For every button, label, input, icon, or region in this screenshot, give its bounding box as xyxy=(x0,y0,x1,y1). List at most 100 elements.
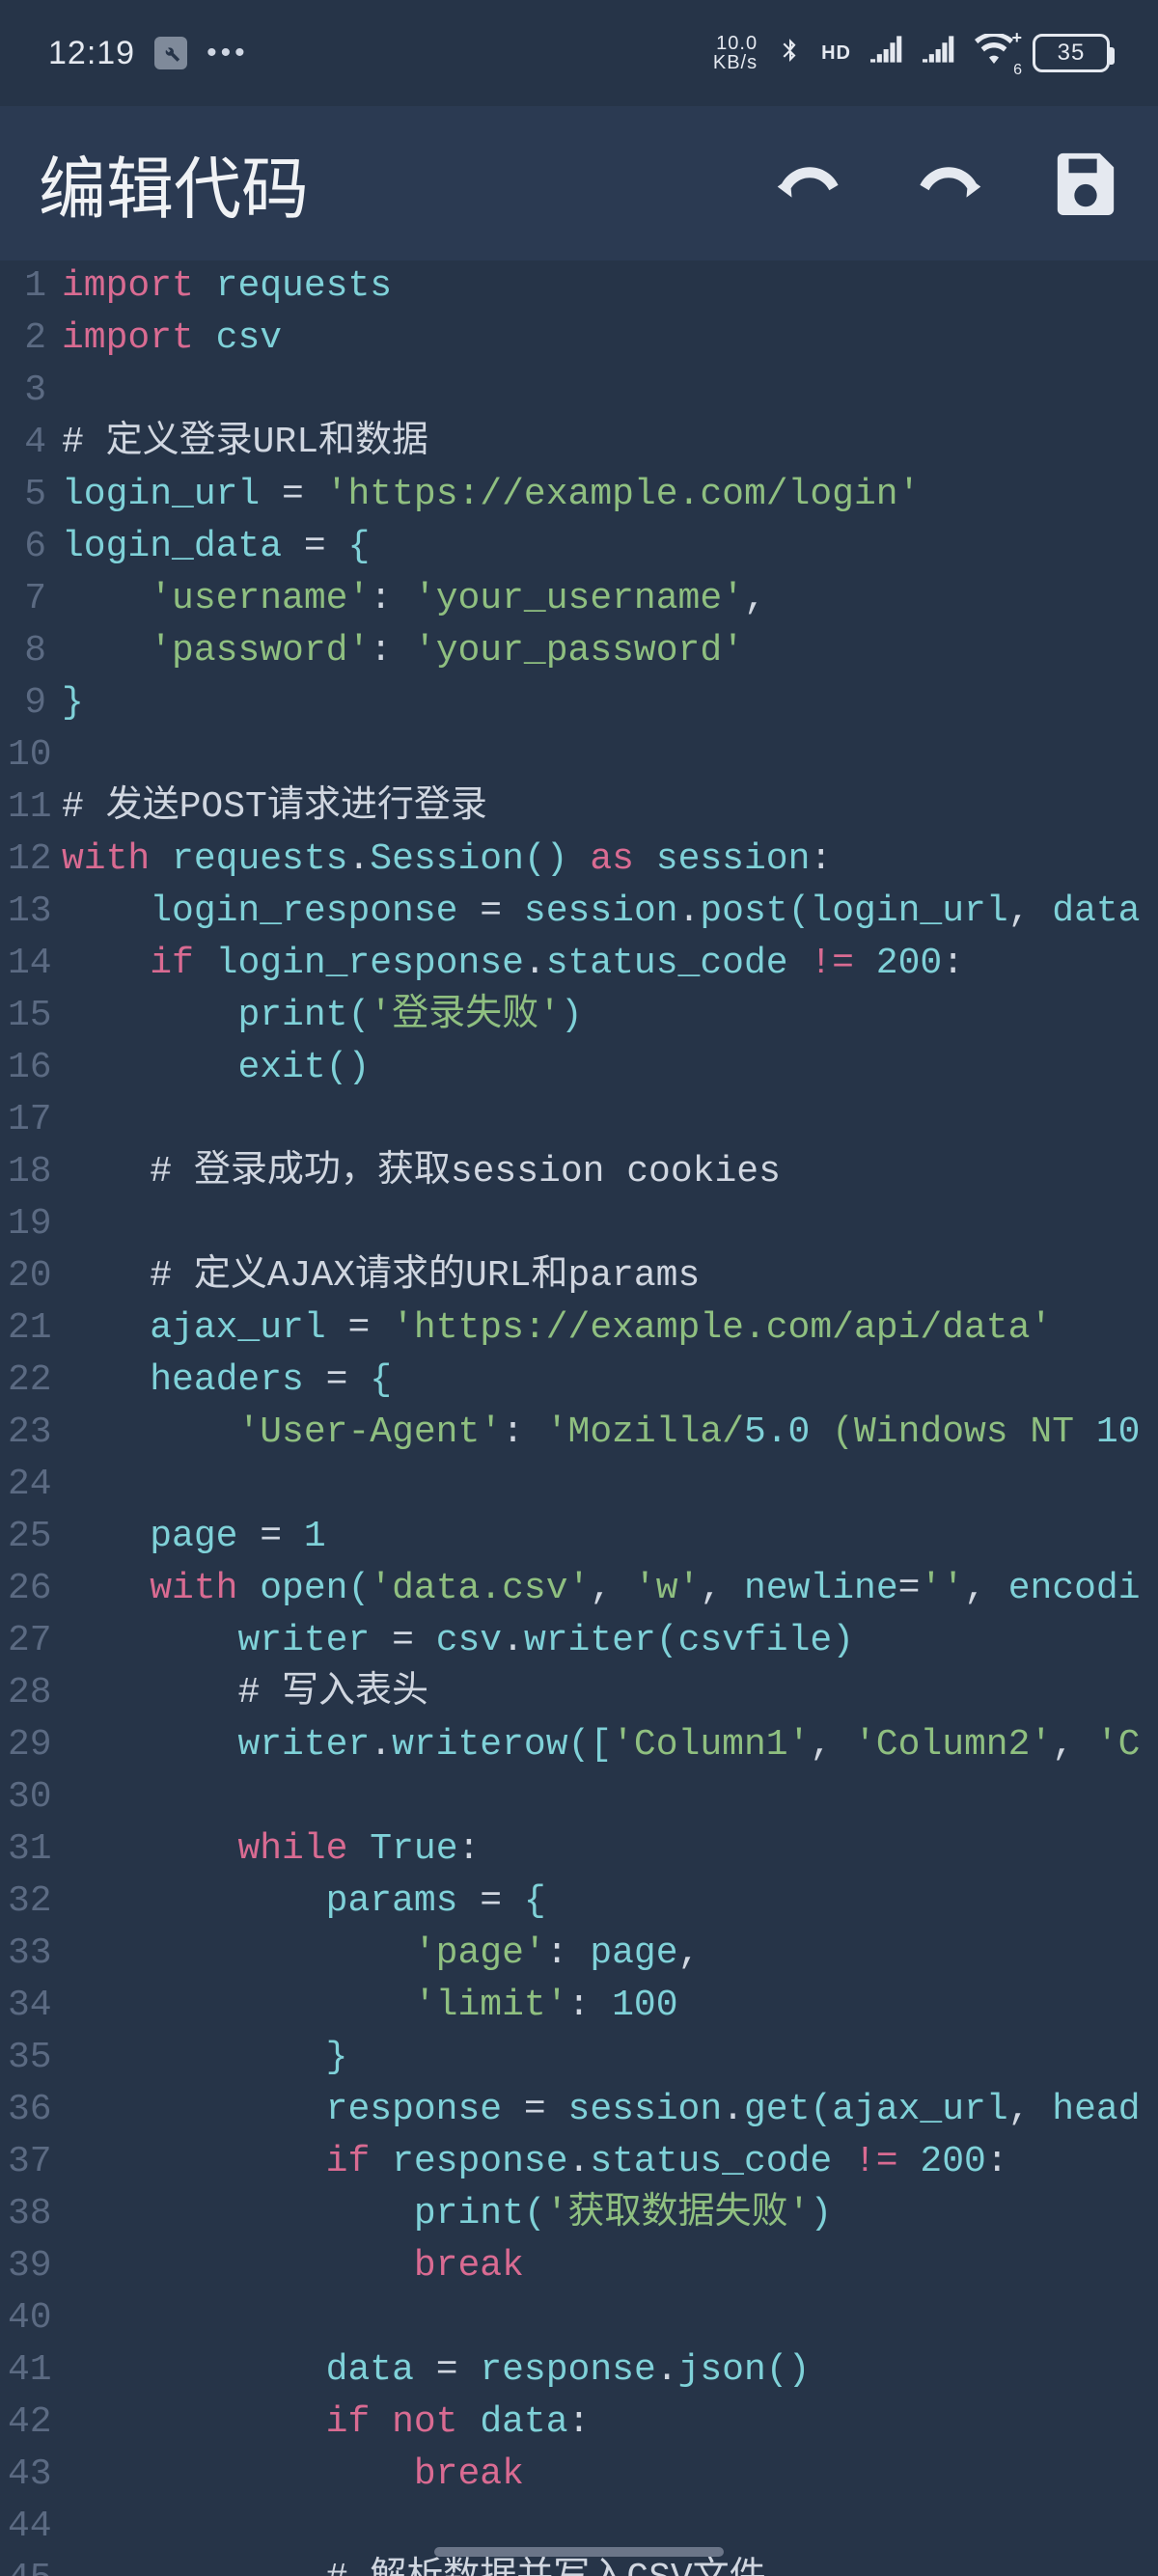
line-number: 15 xyxy=(0,990,46,1042)
line-number: 45 xyxy=(0,2553,46,2576)
code-editor[interactable]: 1234567891011121314151617181920212223242… xyxy=(0,260,1158,2576)
home-indicator[interactable] xyxy=(434,2547,724,2557)
code-line[interactable]: page = 1 xyxy=(54,1511,1158,1563)
line-number: 41 xyxy=(0,2344,46,2397)
code-line[interactable] xyxy=(54,1198,1158,1250)
code-line[interactable]: writer.writerow(['Column1', 'Column2', '… xyxy=(54,1719,1158,1771)
line-number: 22 xyxy=(0,1355,46,1407)
line-number: 43 xyxy=(0,2449,46,2501)
code-line[interactable]: exit() xyxy=(54,1042,1158,1094)
save-icon xyxy=(1052,148,1119,215)
line-number-gutter: 1234567891011121314151617181920212223242… xyxy=(0,260,54,2576)
code-line[interactable]: print('获取数据失败') xyxy=(54,2188,1158,2240)
status-right: 10.0 KB/s HD 6 + 35 xyxy=(713,31,1110,76)
undo-icon xyxy=(774,157,845,206)
redo-button[interactable] xyxy=(913,157,984,210)
code-line[interactable]: # 定义登录URL和数据 xyxy=(54,417,1158,469)
code-line[interactable]: import csv xyxy=(54,313,1158,365)
redo-icon xyxy=(913,157,984,206)
code-line[interactable]: login_url = 'https://example.com/login' xyxy=(54,469,1158,521)
line-number: 17 xyxy=(0,1094,46,1146)
code-line[interactable]: 'limit': 100 xyxy=(54,1980,1158,2032)
line-number: 11 xyxy=(0,781,46,834)
code-line[interactable] xyxy=(54,1459,1158,1511)
network-speed: 10.0 KB/s xyxy=(713,34,758,72)
code-area[interactable]: import requestsimport csv # 定义登录URL和数据lo… xyxy=(54,260,1158,2576)
code-line[interactable]: if login_response.status_code != 200: xyxy=(54,938,1158,990)
code-line[interactable] xyxy=(54,2501,1158,2553)
wifi-icon: 6 + xyxy=(975,34,1013,73)
code-line[interactable]: 'username': 'your_username', xyxy=(54,573,1158,625)
line-number: 27 xyxy=(0,1615,46,1667)
signal-1-icon xyxy=(870,35,903,72)
line-number: 32 xyxy=(0,1876,46,1928)
code-line[interactable]: with requests.Session() as session: xyxy=(54,834,1158,886)
line-number: 14 xyxy=(0,938,46,990)
code-line[interactable] xyxy=(54,1771,1158,1823)
line-number: 3 xyxy=(0,365,46,417)
line-number: 40 xyxy=(0,2292,46,2344)
code-line[interactable]: headers = { xyxy=(54,1355,1158,1407)
code-line[interactable]: 'User-Agent': 'Mozilla/5.0 (Windows NT 1… xyxy=(54,1407,1158,1459)
code-line[interactable]: 'page': page, xyxy=(54,1928,1158,1980)
wifi-plus-icon: + xyxy=(1011,28,1023,48)
code-line[interactable]: 'password': 'your_password' xyxy=(54,625,1158,677)
line-number: 44 xyxy=(0,2501,46,2553)
code-line[interactable]: while True: xyxy=(54,1823,1158,1876)
line-number: 1 xyxy=(0,260,46,313)
status-left: 12:19 ••• xyxy=(48,35,249,72)
code-line[interactable]: break xyxy=(54,2449,1158,2501)
code-line[interactable] xyxy=(54,365,1158,417)
code-line[interactable]: # 登录成功，获取session cookies xyxy=(54,1146,1158,1198)
line-number: 31 xyxy=(0,1823,46,1876)
line-number: 7 xyxy=(0,573,46,625)
line-number: 28 xyxy=(0,1667,46,1719)
code-line[interactable]: ajax_url = 'https://example.com/api/data… xyxy=(54,1302,1158,1355)
code-line[interactable]: if not data: xyxy=(54,2397,1158,2449)
line-number: 9 xyxy=(0,677,46,729)
code-line[interactable]: login_data = { xyxy=(54,521,1158,573)
code-line[interactable]: writer = csv.writer(csvfile) xyxy=(54,1615,1158,1667)
code-line[interactable]: print('登录失败') xyxy=(54,990,1158,1042)
save-button[interactable] xyxy=(1052,148,1119,220)
line-number: 23 xyxy=(0,1407,46,1459)
line-number: 6 xyxy=(0,521,46,573)
code-line[interactable]: import requests xyxy=(54,260,1158,313)
code-line[interactable]: # 定义AJAX请求的URL和params xyxy=(54,1250,1158,1302)
code-line[interactable]: with open('data.csv', 'w', newline='', e… xyxy=(54,1563,1158,1615)
line-number: 16 xyxy=(0,1042,46,1094)
line-number: 25 xyxy=(0,1511,46,1563)
kbs-bot: KB/s xyxy=(713,53,758,72)
line-number: 10 xyxy=(0,729,46,781)
undo-button[interactable] xyxy=(774,157,845,210)
line-number: 2 xyxy=(0,313,46,365)
code-line[interactable]: if response.status_code != 200: xyxy=(54,2136,1158,2188)
line-number: 13 xyxy=(0,886,46,938)
code-line[interactable]: params = { xyxy=(54,1876,1158,1928)
code-line[interactable]: response = session.get(ajax_url, head xyxy=(54,2084,1158,2136)
code-line[interactable]: } xyxy=(54,677,1158,729)
line-number: 8 xyxy=(0,625,46,677)
code-line[interactable] xyxy=(54,2292,1158,2344)
wrench-icon xyxy=(154,37,187,69)
status-bar: 12:19 ••• 10.0 KB/s HD 6 + 35 xyxy=(0,0,1158,106)
hd-label: HD xyxy=(821,42,851,65)
code-line[interactable]: data = response.json() xyxy=(54,2344,1158,2397)
code-line[interactable]: break xyxy=(54,2240,1158,2292)
line-number: 29 xyxy=(0,1719,46,1771)
line-number: 42 xyxy=(0,2397,46,2449)
code-line[interactable]: # 写入表头 xyxy=(54,1667,1158,1719)
kbs-top: 10.0 xyxy=(716,34,758,53)
code-line[interactable]: login_response = session.post(login_url,… xyxy=(54,886,1158,938)
bluetooth-icon xyxy=(777,31,802,76)
code-line[interactable]: # 发送POST请求进行登录 xyxy=(54,781,1158,834)
battery-level: 35 xyxy=(1058,40,1086,67)
signal-2-icon xyxy=(923,35,955,72)
line-number: 20 xyxy=(0,1250,46,1302)
code-line[interactable] xyxy=(54,1094,1158,1146)
code-line[interactable] xyxy=(54,729,1158,781)
line-number: 37 xyxy=(0,2136,46,2188)
wifi-sub: 6 xyxy=(1013,62,1023,79)
line-number: 12 xyxy=(0,834,46,886)
code-line[interactable]: } xyxy=(54,2032,1158,2084)
